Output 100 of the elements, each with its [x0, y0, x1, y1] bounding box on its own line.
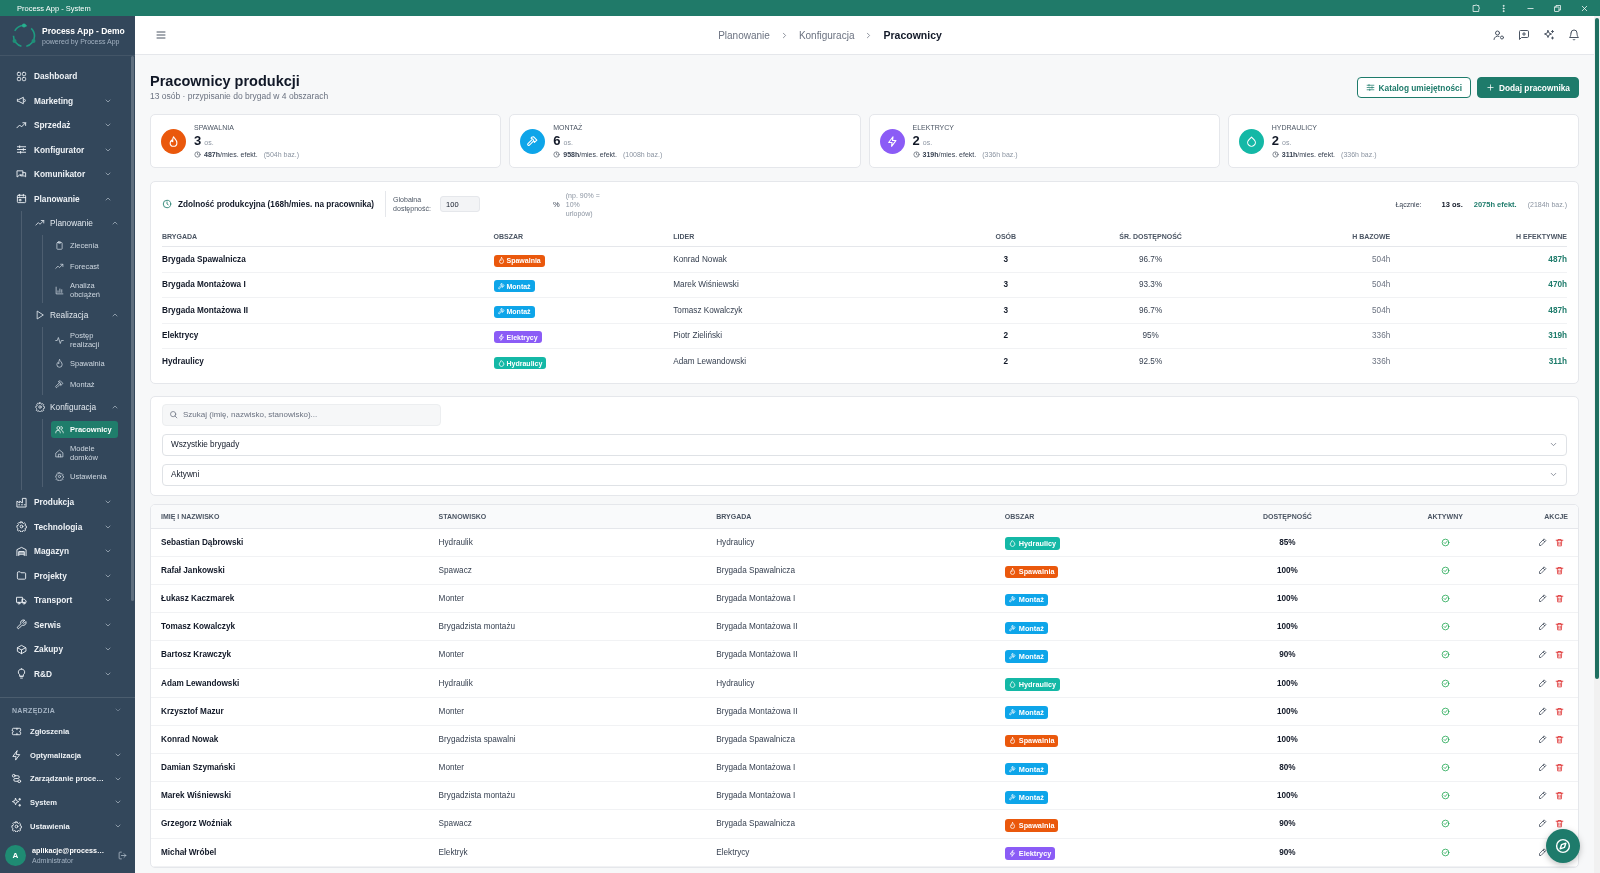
- pencil-icon[interactable]: [1538, 791, 1547, 801]
- availability-value: 100%: [1276, 565, 1298, 575]
- user-gear-icon[interactable]: [1493, 29, 1505, 41]
- grid-icon: [16, 70, 27, 82]
- people-count: 3: [1003, 305, 1009, 315]
- trash-icon[interactable]: [1555, 593, 1564, 603]
- breadcrumb-link[interactable]: Planowanie: [718, 29, 770, 41]
- folder-icon: [16, 570, 27, 582]
- worker-name: Rafał Jankowski: [161, 565, 225, 575]
- trash-icon[interactable]: [1555, 763, 1564, 773]
- hammer-icon: [1008, 793, 1016, 801]
- breadcrumb-link[interactable]: Konfiguracja: [798, 29, 855, 41]
- job-title: Spawacz: [438, 565, 472, 575]
- brigade-name: Brygada Montażowa I: [716, 791, 796, 801]
- nav-item[interactable]: Konfigurator: [0, 137, 131, 162]
- brigade-name: Hydraulicy: [162, 357, 204, 367]
- trash-icon[interactable]: [1555, 537, 1564, 547]
- worker-name: Konrad Nowak: [161, 734, 219, 744]
- trash-icon[interactable]: [1555, 734, 1564, 744]
- bell-icon[interactable]: [1568, 29, 1580, 41]
- nav-item[interactable]: Marketing: [0, 88, 131, 113]
- nav-item[interactable]: Transport: [0, 588, 131, 613]
- nav-item[interactable]: Produkcja: [0, 490, 131, 515]
- nav-item[interactable]: Planowanie: [0, 186, 131, 211]
- pencil-icon[interactable]: [1538, 819, 1547, 829]
- add-worker-button[interactable]: Dodaj pracownika: [1477, 77, 1579, 98]
- scrollbar[interactable]: [1595, 18, 1599, 679]
- message-plus-icon[interactable]: [1518, 29, 1530, 41]
- compass-icon[interactable]: [1546, 829, 1580, 863]
- gear-icon: [16, 521, 27, 533]
- page-title: Pracownicy produkcji: [150, 72, 301, 90]
- flame-icon: [497, 257, 505, 265]
- nav-item[interactable]: Dashboard: [0, 64, 131, 89]
- sliders-icon: [1365, 83, 1375, 92]
- nav-item[interactable]: Konfiguracja: [22, 395, 131, 419]
- pencil-icon[interactable]: [1538, 622, 1547, 632]
- more-icon[interactable]: [1499, 3, 1508, 13]
- catalog-button[interactable]: Katalog umiejętności: [1356, 77, 1471, 98]
- trash-icon[interactable]: [1555, 650, 1564, 660]
- brigade-name: Elektrycy: [716, 847, 750, 857]
- pencil-icon[interactable]: [1538, 734, 1547, 744]
- nav-item[interactable]: Planowanie: [22, 211, 131, 235]
- nav-item[interactable]: Projekty: [0, 563, 131, 588]
- trash-icon[interactable]: [1555, 622, 1564, 632]
- select-field[interactable]: Aktywni: [162, 463, 1567, 486]
- trash-icon[interactable]: [1555, 565, 1564, 575]
- bulb-icon: [16, 668, 27, 680]
- hammer-icon: [1008, 765, 1016, 773]
- search-field[interactable]: Szukaj (imię, nazwisko, stanowisko)...: [162, 403, 441, 426]
- pencil-icon[interactable]: [1538, 678, 1547, 688]
- availability-value: 90%: [1279, 650, 1296, 660]
- scrollbar[interactable]: [131, 56, 134, 601]
- lightning-icon: [1008, 850, 1016, 858]
- brand-name: Process App - Demo: [42, 25, 125, 37]
- pencil-icon[interactable]: [1538, 537, 1547, 547]
- close-icon[interactable]: [1580, 3, 1589, 13]
- pencil-icon[interactable]: [1538, 593, 1547, 603]
- average-availability: 95%: [1142, 331, 1159, 341]
- people-count: 3: [1003, 254, 1009, 264]
- trash-icon[interactable]: [1555, 706, 1564, 716]
- job-title: Hydraulik: [438, 537, 473, 547]
- brigade-name: Brygada Spawalnicza: [162, 254, 246, 264]
- users-icon: [55, 425, 64, 434]
- leader-name: Tomasz Kowalczyk: [673, 305, 743, 315]
- trash-icon[interactable]: [1555, 678, 1564, 688]
- nav-item[interactable]: Magazyn: [0, 539, 131, 564]
- menu-icon[interactable]: [155, 29, 167, 41]
- nav-item[interactable]: Serwis: [0, 612, 131, 637]
- megaphone-icon: [16, 95, 27, 107]
- puzzle-icon[interactable]: [1472, 3, 1481, 13]
- plus-icon: [1486, 83, 1495, 92]
- nav-item[interactable]: Komunikator: [0, 162, 131, 187]
- stat-value: 6: [553, 132, 561, 148]
- breadcrumb-link[interactable]: Pracownicy: [883, 29, 942, 41]
- job-title: Brygadzista montażu: [438, 791, 516, 801]
- pencil-icon[interactable]: [1538, 847, 1547, 857]
- nav-item[interactable]: Technologia: [0, 514, 131, 539]
- pencil-icon[interactable]: [1538, 763, 1547, 773]
- nav-item[interactable]: Zakupy: [0, 637, 131, 662]
- base-hours: 504h: [1372, 305, 1391, 315]
- brigade-name: Brygada Montażowa I: [162, 280, 246, 290]
- sparkles-icon[interactable]: [1543, 29, 1555, 41]
- logout-icon[interactable]: [118, 851, 127, 860]
- trash-icon[interactable]: [1555, 819, 1564, 829]
- pencil-icon[interactable]: [1538, 565, 1547, 575]
- page-subtitle: 13 osób · przypisanie do brygad w 4 obszarach: [150, 91, 329, 102]
- brigade-name: Brygada Spawalnicza: [716, 565, 795, 575]
- restore-icon[interactable]: [1553, 3, 1562, 13]
- average-availability: 96.7%: [1138, 305, 1163, 315]
- nav-item[interactable]: Realizacja: [22, 303, 131, 327]
- select-field[interactable]: Wszystkie brygady: [162, 433, 1567, 456]
- trash-icon[interactable]: [1555, 791, 1564, 801]
- droplet-icon: [1008, 681, 1016, 689]
- pencil-icon[interactable]: [1538, 706, 1547, 716]
- nav-item[interactable]: R&D: [0, 661, 131, 686]
- availability-value: 100%: [1276, 706, 1298, 716]
- flame-icon: [1008, 821, 1016, 829]
- nav-item[interactable]: Sprzedaż: [0, 113, 131, 138]
- job-title: Brygadzista spawalni: [438, 734, 516, 744]
- pencil-icon[interactable]: [1538, 650, 1547, 660]
